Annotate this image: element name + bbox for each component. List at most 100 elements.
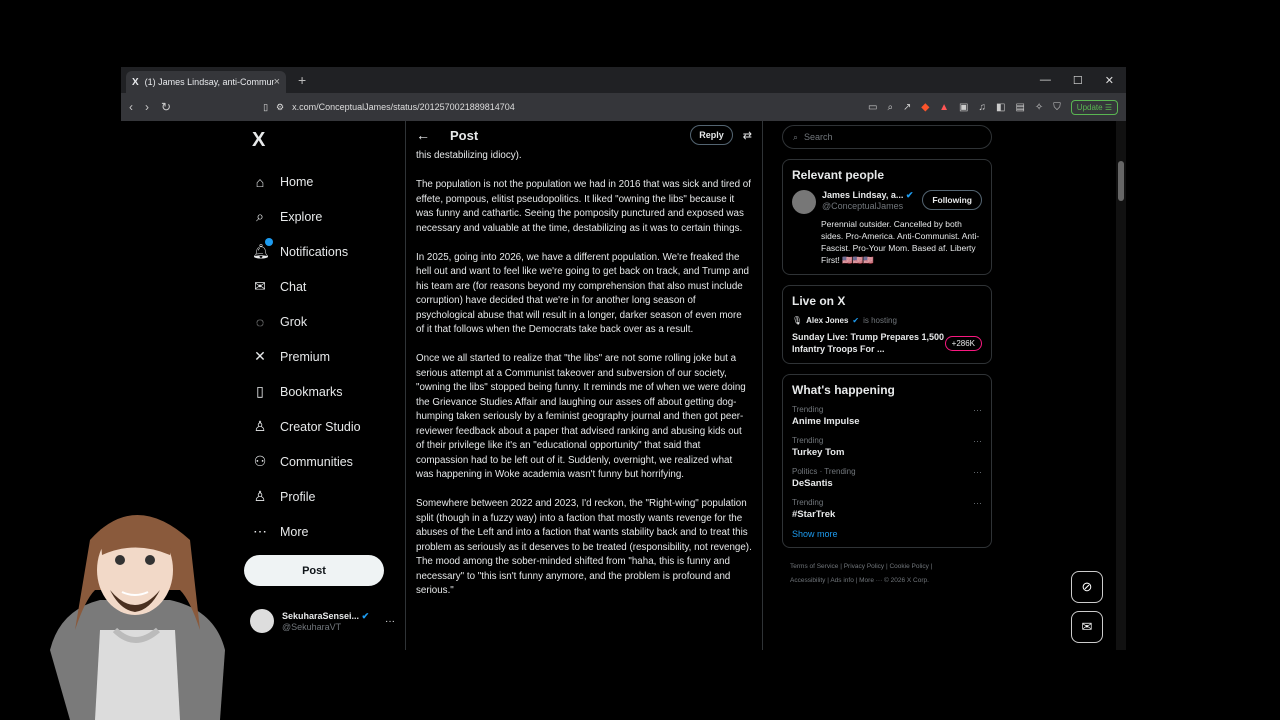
verified-icon: ✔ — [361, 610, 370, 621]
cast-icon[interactable]: ▭ — [868, 102, 877, 113]
nav-item-profile[interactable]: ♙ Profile — [244, 479, 389, 514]
relevant-people-card: Relevant people James Lindsay, a... ✔ @C… — [782, 159, 992, 275]
brave-shield-icon[interactable]: ◆ — [921, 102, 929, 113]
nav-item-home[interactable]: ⌂ Home — [244, 164, 389, 199]
nav-item-grok[interactable]: ◌ Grok — [244, 304, 389, 339]
url-bar[interactable]: ▯ ⚙ x.com/ConceptualJames/status/2012570… — [263, 97, 856, 117]
nav-item-communities[interactable]: ⚇ Communities — [244, 444, 389, 479]
more-icon[interactable]: ··· — [973, 498, 982, 508]
live-card[interactable]: Live on X 🎙︎ Alex Jones ✔ is hosting Sun… — [782, 285, 992, 364]
show-more-link[interactable]: Show more — [792, 529, 982, 539]
nav-item-more[interactable]: ⋯ More — [244, 514, 389, 549]
following-button[interactable]: Following — [922, 190, 982, 210]
profile-icon: ♙ — [253, 488, 267, 504]
page-title: Post — [450, 127, 479, 143]
rewards-icon[interactable]: ▲ — [939, 102, 949, 113]
tab-bar: X (1) James Lindsay, anti-Commun × + — ☐… — [121, 67, 1126, 93]
media-icon[interactable]: ♫ — [979, 102, 987, 113]
more-circle-icon: ⋯ — [253, 523, 267, 539]
card-title: What's happening — [792, 383, 895, 397]
footer-links[interactable]: Terms of Service | Privacy Policy | Cook… — [782, 560, 992, 588]
avatar[interactable] — [792, 190, 816, 214]
update-button[interactable]: Update ☰ — [1070, 99, 1118, 115]
listener-count: +286K — [944, 335, 982, 351]
extensions-icon[interactable]: ▣ — [959, 102, 968, 113]
x-premium-icon: ✕ — [254, 348, 266, 364]
account-handle: @SekuharaVT — [282, 621, 342, 632]
verified-icon: ✔ — [852, 316, 860, 325]
vtuber-avatar-image — [50, 515, 225, 720]
nav-item-creator-studio[interactable]: ♙ Creator Studio — [244, 409, 389, 444]
messages-float-button[interactable]: ✉ — [1071, 611, 1103, 643]
nav-item-premium[interactable]: ✕ Premium — [244, 339, 389, 374]
nav-item-explore[interactable]: ⌕ Explore — [244, 199, 389, 234]
scrollbar[interactable] — [1116, 121, 1126, 650]
home-icon: ⌂ — [255, 173, 265, 190]
post-paragraph: The population is not the population we … — [416, 179, 751, 234]
post-button[interactable]: Post — [244, 555, 384, 586]
post-paragraph: Somewhere between 2022 and 2023, I'd rec… — [416, 498, 752, 596]
reload-icon[interactable]: ↻ — [161, 100, 171, 114]
trend-item[interactable]: Trending Anime Impulse ··· — [792, 405, 982, 427]
vpn-icon[interactable]: ⛉ — [1053, 102, 1061, 113]
live-title[interactable]: Sunday Live: Trump Prepares 1,500 Infant… — [792, 331, 945, 355]
maximize-icon[interactable]: ☐ — [1073, 74, 1083, 87]
post-text: this destabilizing idiocy). The populati… — [406, 149, 762, 599]
page-viewport: X ⌂ Home ⌕ Explore 🔔︎ Notifications ✉ Chat ◌… — [121, 121, 1126, 650]
account-switcher[interactable]: SekuharaSensei... ✔ @SekuharaVT ··· — [250, 609, 395, 633]
person-handle: @ConceptualJames — [822, 201, 904, 211]
bell-icon: 🔔︎ — [252, 238, 273, 260]
search-input[interactable]: ⌕ Search — [782, 125, 992, 149]
browser-window: X (1) James Lindsay, anti-Commun × + — ☐… — [121, 67, 1126, 650]
filter-icon[interactable]: ⇄ — [743, 129, 752, 142]
nav-item-bookmarks[interactable]: ▯ Bookmarks — [244, 374, 389, 409]
sidebar-icon[interactable]: ◧ — [996, 102, 1005, 113]
trend-item[interactable]: Politics · Trending DeSantis ··· — [792, 467, 982, 489]
trend-item[interactable]: Trending Turkey Tom ··· — [792, 436, 982, 458]
share-icon[interactable]: ↗ — [903, 102, 911, 113]
avatar — [250, 609, 274, 633]
account-name: SekuharaSensei... ✔ — [282, 610, 370, 621]
bookmark-icon[interactable]: ▯ — [263, 102, 268, 113]
url-text[interactable]: x.com/ConceptualJames/status/20125700218… — [292, 102, 515, 112]
reply-button[interactable]: Reply — [690, 125, 733, 145]
minimize-icon[interactable]: — — [1040, 74, 1051, 87]
person-row[interactable]: James Lindsay, a... ✔ @ConceptualJames F… — [792, 190, 982, 214]
close-window-icon[interactable]: ✕ — [1105, 74, 1114, 87]
more-icon[interactable]: ··· — [973, 436, 982, 446]
scrollbar-thumb[interactable] — [1118, 161, 1124, 201]
post-paragraph: Once we all started to realize that "the… — [416, 353, 746, 480]
whats-happening-card: What's happening Trending Anime Impulse … — [782, 374, 992, 548]
x-logo-icon[interactable]: X — [244, 121, 389, 164]
right-sidebar: ⌕ Search Relevant people James Lindsay, … — [782, 121, 992, 588]
site-info-icon[interactable]: ⚙ — [276, 102, 284, 113]
zoom-icon[interactable]: ⌕ — [887, 102, 893, 113]
forward-icon[interactable]: › — [145, 100, 149, 114]
back-arrow-icon[interactable]: ← — [416, 127, 430, 143]
more-icon[interactable]: ··· — [385, 616, 395, 627]
x-favicon-icon: X — [132, 76, 139, 88]
card-title: Live on X — [792, 294, 846, 308]
back-icon[interactable]: ‹ — [129, 100, 133, 114]
close-tab-icon[interactable]: × — [274, 76, 280, 88]
browser-tab[interactable]: X (1) James Lindsay, anti-Commun × — [126, 71, 286, 93]
trend-item[interactable]: Trending #StarTrek ··· — [792, 498, 982, 520]
nav-item-notifications[interactable]: 🔔︎ Notifications — [244, 234, 389, 269]
bookmark-icon: ▯ — [256, 383, 264, 399]
more-icon[interactable]: ··· — [973, 467, 982, 477]
tab-title: (1) James Lindsay, anti-Commun — [144, 77, 274, 87]
person-name[interactable]: James Lindsay, a... ✔ — [822, 190, 922, 201]
search-icon: ⌕ — [793, 131, 799, 142]
verified-icon: ✔ — [905, 190, 914, 200]
grok-float-button[interactable]: ⊘ — [1071, 571, 1103, 603]
communities-icon: ⚇ — [253, 453, 267, 469]
wallet-icon[interactable]: ▤ — [1015, 102, 1024, 113]
more-icon[interactable]: ··· — [973, 405, 982, 415]
leo-icon[interactable]: ✧ — [1035, 102, 1043, 113]
mic-icon: 🎙︎ — [792, 316, 803, 325]
mail-icon: ✉ — [254, 278, 266, 294]
nav-item-chat[interactable]: ✉ Chat — [244, 269, 389, 304]
card-title: Relevant people — [792, 168, 885, 182]
person-bio: Perennial outsider. Cancelled by both si… — [821, 219, 980, 265]
new-tab-icon[interactable]: + — [298, 72, 306, 88]
